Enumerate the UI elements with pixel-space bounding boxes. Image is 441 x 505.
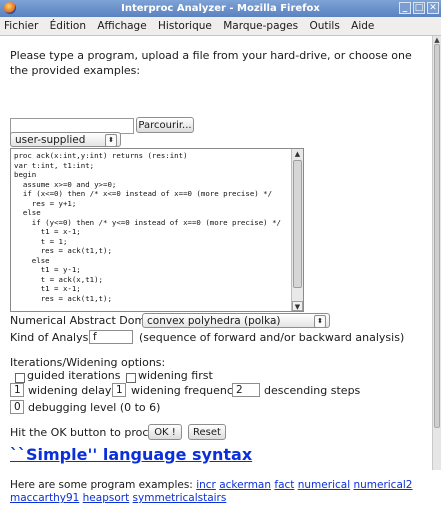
example-link-numerical[interactable]: numerical	[298, 479, 350, 491]
menu-outils[interactable]: Outils	[309, 20, 339, 32]
examples-prefix: Here are some program examples:	[10, 479, 193, 491]
example-link-heapsort[interactable]: heapsort	[83, 492, 130, 504]
code-line: res = y+1;	[14, 198, 77, 208]
code-line: begin	[14, 170, 37, 179]
analysis-hint: (sequence of forward and/or backward ana…	[139, 331, 405, 344]
code-line: t1 = x-1;	[14, 227, 81, 236]
debug-level-label: debugging level (0 to 6)	[28, 401, 161, 414]
guided-iterations-label: guided iterations	[27, 369, 121, 382]
scroll-up-icon[interactable]: ▲	[292, 149, 303, 159]
code-line: res = ack(t1,t);	[14, 293, 112, 303]
page-content: Please type a program, upload a file fro…	[0, 36, 433, 504]
example-link-symmetricalstairs[interactable]: symmetricalstairs	[133, 492, 227, 504]
domain-select-value: convex polyhedra (polka)	[147, 315, 281, 327]
close-button[interactable]: ✕	[427, 2, 439, 14]
syntax-heading-link[interactable]: ``Simple'' language syntax	[10, 445, 252, 464]
menu-affichage[interactable]: Affichage	[97, 20, 146, 32]
example-link-maccarthy91[interactable]: maccarthy91	[10, 492, 79, 504]
widening-frequency-label: widening frequency	[131, 384, 240, 397]
widening-first-checkbox[interactable]	[126, 373, 136, 383]
firefox-icon	[4, 2, 16, 14]
descending-steps-label: descending steps	[264, 384, 361, 397]
intro-text: Please type a program, upload a file fro…	[10, 49, 412, 77]
widening-delay-input[interactable]: 1	[10, 383, 24, 397]
example-link-incr[interactable]: incr	[196, 479, 216, 491]
program-code[interactable]: proc ack(x:int,y:int) returns (res:int) …	[11, 149, 291, 305]
guided-iterations-checkbox[interactable]	[15, 373, 25, 383]
code-line: res = ack(t1,t);	[14, 246, 112, 255]
window-controls: _ □ ✕	[399, 2, 439, 14]
menu-edition[interactable]: Édition	[50, 20, 86, 32]
window-title: Interproc Analyzer - Mozilla Firefox	[121, 3, 320, 14]
page-scroll-up-icon[interactable]: ▲	[433, 36, 441, 44]
textarea-scrollbar[interactable]: ▲ ▼	[291, 149, 303, 311]
code-line: proc ack(x:int,y:int) returns (res:int)	[14, 151, 188, 160]
code-line: if (y<=0) then /* y<=0 instead of x==0 (…	[14, 217, 281, 227]
updown-chevron-icon: ⬍	[105, 134, 117, 147]
code-line: var t:int, t1:int;	[14, 160, 95, 170]
widening-first-label: widening first	[138, 369, 213, 382]
code-line: assume x>=0 and y>=0;	[14, 179, 117, 189]
domain-select[interactable]: convex polyhedra (polka) ⬍	[142, 313, 330, 328]
code-line: t = ack(x,t1);	[14, 274, 103, 284]
widening-frequency-input[interactable]: 1	[112, 383, 126, 397]
textarea-scroll-thumb[interactable]	[293, 160, 302, 288]
debug-level-input[interactable]: 0	[10, 400, 24, 414]
widening-delay-label: widening delay	[28, 384, 112, 397]
analysis-label: Kind of Analysis:	[10, 331, 101, 344]
examples-paragraph: Here are some program examples: incr ack…	[10, 479, 430, 505]
maximize-button[interactable]: □	[413, 2, 425, 14]
page-scrollbar[interactable]: ▲	[432, 36, 441, 470]
code-line: if (x<=0) then /* x<=0 instead of x==0 (…	[14, 189, 273, 198]
program-textarea[interactable]: proc ack(x:int,y:int) returns (res:int) …	[10, 148, 304, 312]
example-link-ackerman[interactable]: ackerman	[219, 479, 271, 491]
example-link-numerical2[interactable]: numerical2	[353, 479, 412, 491]
updown-chevron-icon: ⬍	[314, 315, 326, 328]
analysis-input[interactable]: f	[89, 330, 133, 344]
code-line: t1 = x-1;	[14, 284, 81, 293]
menu-fichier[interactable]: Fichier	[4, 20, 38, 32]
code-line: t = 1;	[14, 236, 68, 246]
window-titlebar: Interproc Analyzer - Mozilla Firefox _ □…	[0, 0, 441, 17]
iterations-heading: Iterations/Widening options:	[10, 356, 166, 369]
menu-aide[interactable]: Aide	[351, 20, 374, 32]
program-select-value: user-supplied	[15, 134, 86, 146]
menu-historique[interactable]: Historique	[158, 20, 212, 32]
reset-button[interactable]: Reset	[188, 424, 226, 440]
program-select[interactable]: user-supplied ⬍	[10, 132, 121, 147]
minimize-button[interactable]: _	[399, 2, 411, 14]
menu-marque-pages[interactable]: Marque-pages	[223, 20, 298, 32]
ok-button[interactable]: OK !	[148, 424, 182, 440]
scroll-down-icon[interactable]: ▼	[292, 301, 303, 311]
example-link-fact[interactable]: fact	[274, 479, 294, 491]
code-line: else	[14, 255, 50, 265]
browse-button[interactable]: Parcourir...	[136, 117, 194, 133]
code-line: else	[14, 208, 41, 217]
code-line: t1 = y-1;	[14, 265, 81, 274]
page-scroll-thumb[interactable]	[434, 44, 440, 428]
descending-steps-input[interactable]: 2	[232, 383, 260, 397]
menubar: Fichier Édition Affichage Historique Mar…	[0, 17, 441, 36]
